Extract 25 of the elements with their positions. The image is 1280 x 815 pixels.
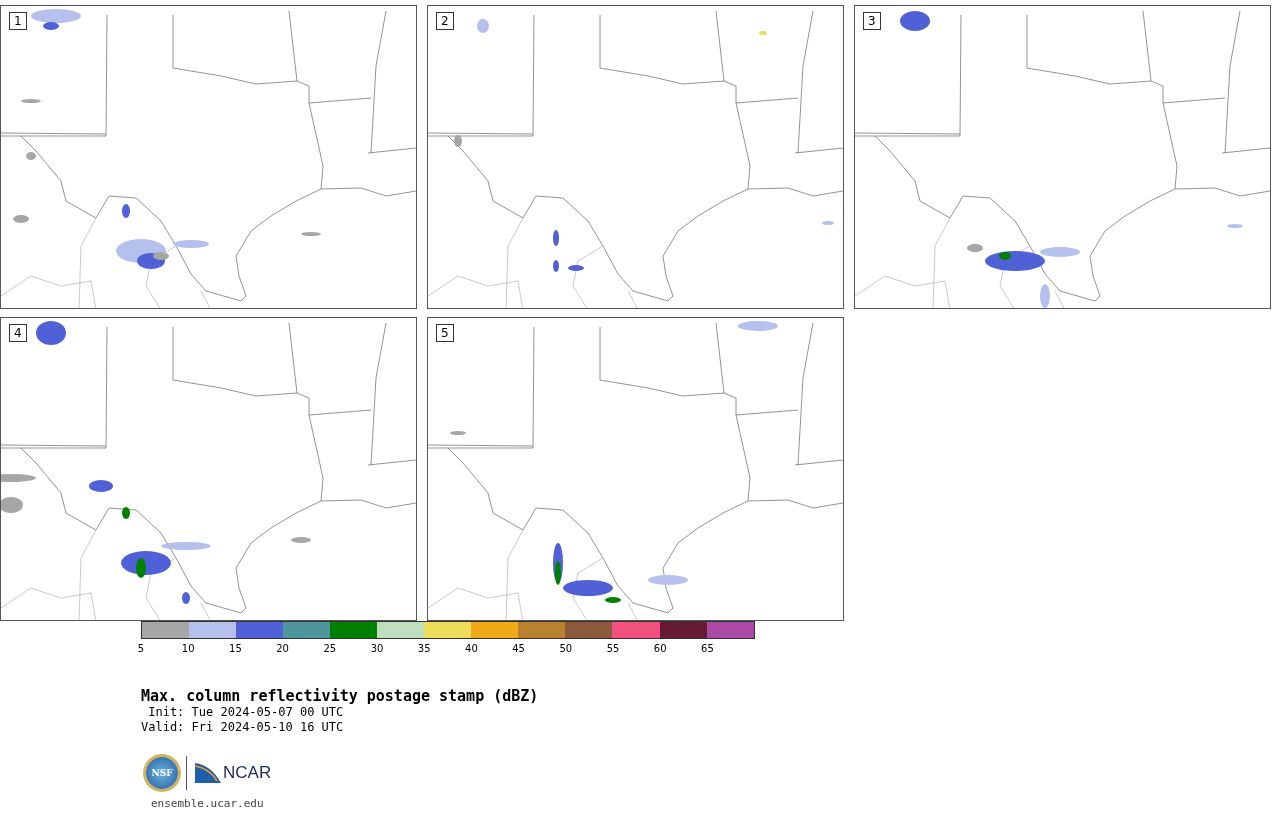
nsf-logo: NSF	[146, 757, 178, 789]
tick-label: 45	[512, 643, 525, 654]
ncar-logo-icon	[195, 763, 221, 783]
tick-label: 65	[701, 643, 714, 654]
tick-label: 15	[229, 643, 242, 654]
ncar-logo-text: NCAR	[223, 763, 272, 783]
tick-label: 60	[653, 643, 667, 654]
panel-number: 4	[9, 324, 27, 342]
valid-time: Valid: Fri 2024-05-10 16 UTC	[141, 720, 345, 735]
tick-label: 5	[137, 643, 145, 654]
panel-number: 5	[436, 324, 454, 342]
tick-label: 20	[276, 643, 289, 654]
tick-label: 35	[417, 643, 431, 654]
panel-number: 2	[436, 12, 454, 30]
init-time: Init: Tue 2024-05-07 00 UTC	[147, 705, 345, 720]
chart-title: Max. column reflectivity postage stamp (dBZ)	[141, 687, 540, 705]
website-url: ensemble.ucar.edu	[151, 797, 265, 810]
tick-label: 30	[370, 643, 384, 654]
panel-number: 1	[9, 12, 27, 30]
tick-label: 40	[465, 643, 478, 654]
tick-label: 10	[181, 643, 195, 654]
panel-number: 3	[863, 12, 881, 30]
tick-label: 55	[606, 643, 620, 654]
tick-label: 25	[323, 643, 337, 654]
tick-label: 50	[559, 643, 573, 654]
